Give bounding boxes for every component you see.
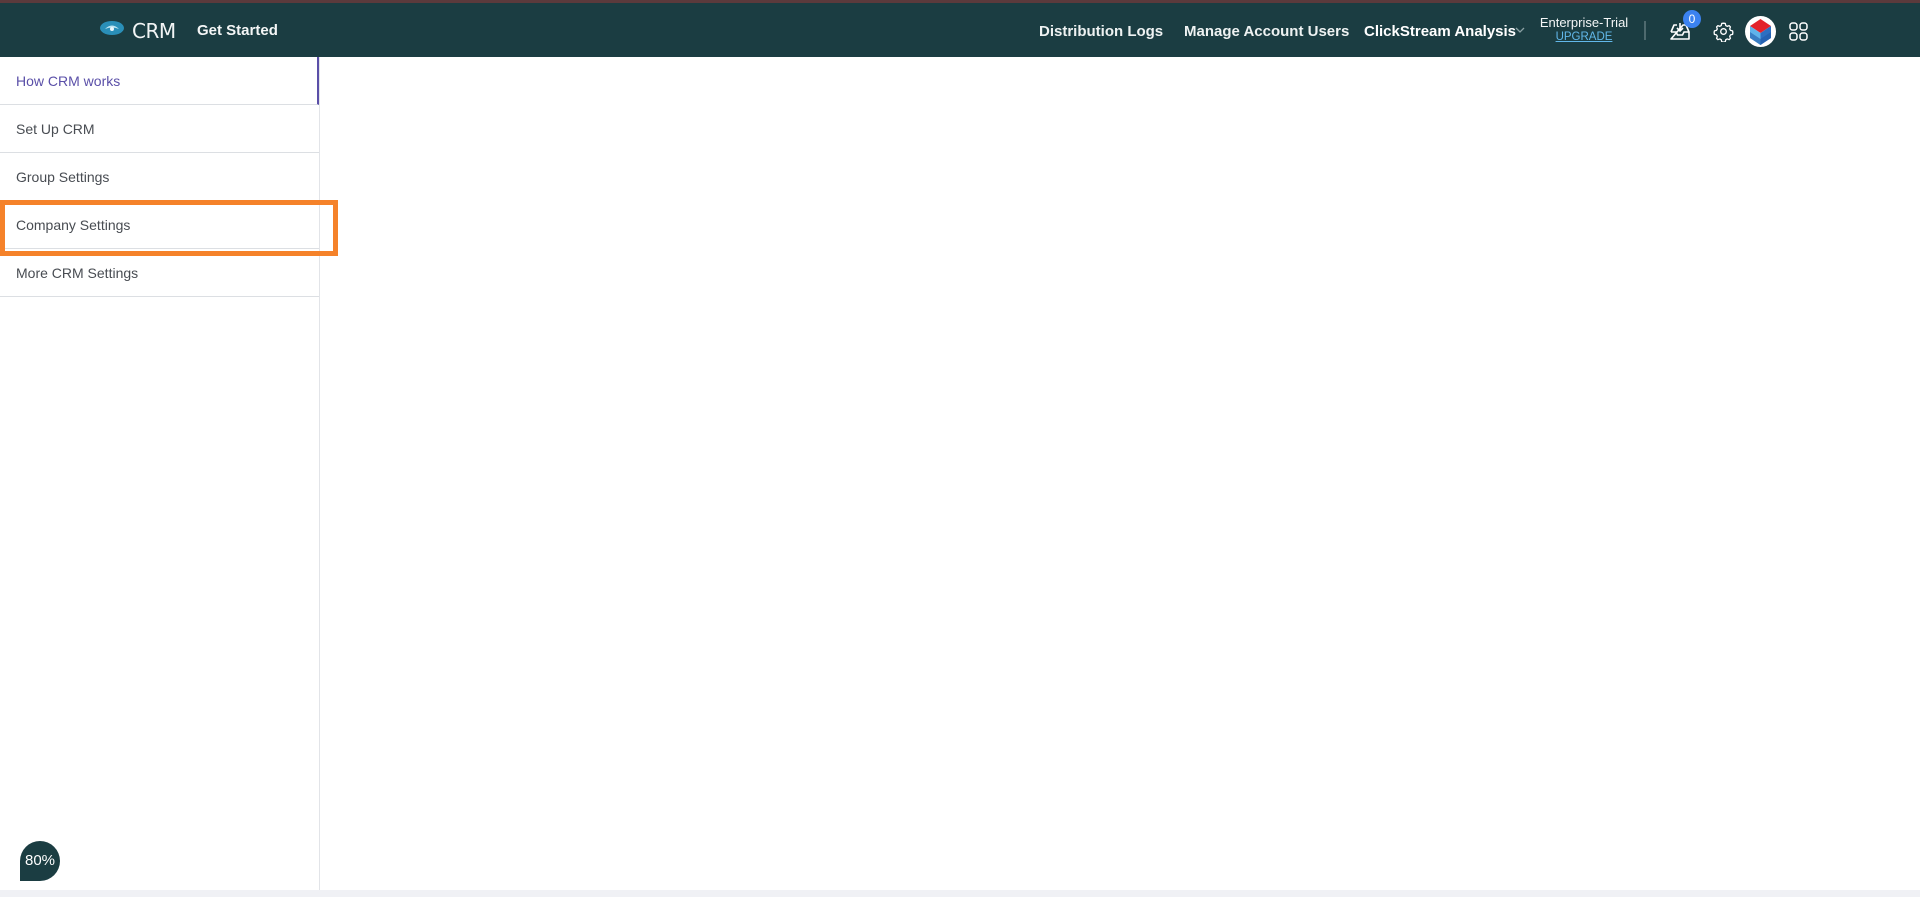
sidebar-item-label: More CRM Settings (16, 264, 139, 281)
sidebar-item-company-settings[interactable]: Company Settings (0, 201, 319, 249)
logo-icon[interactable] (100, 20, 124, 35)
gear-icon[interactable] (1713, 21, 1734, 42)
nav-distribution-logs[interactable]: Distribution Logs (1039, 23, 1163, 40)
avatar-logo-icon (1750, 19, 1771, 45)
plan-info: Enterprise-Trial UPGRADE (1538, 15, 1630, 43)
sidebar-item-label: Company Settings (16, 216, 131, 233)
bottom-bar (0, 890, 1920, 897)
apps-grid-icon[interactable] (1789, 22, 1808, 41)
sidebar-item-group-settings[interactable]: Group Settings (0, 153, 319, 201)
zoom-level-badge[interactable]: 80% (20, 841, 60, 881)
plan-name: Enterprise-Trial (1539, 15, 1629, 30)
sidebar-item-how-crm-works[interactable]: How CRM works (0, 57, 319, 105)
sidebar-item-label: How CRM works (16, 72, 121, 89)
app-name[interactable]: CRM (132, 19, 176, 43)
nav-clickstream-analysis[interactable]: ClickStream Analysis (1364, 23, 1516, 40)
divider (1644, 21, 1646, 40)
chevron-down-icon[interactable] (1514, 24, 1526, 36)
avatar[interactable] (1745, 16, 1776, 47)
top-header: CRM Get Started Distribution Logs Manage… (0, 3, 1920, 57)
notification-badge[interactable]: 0 (1683, 10, 1701, 28)
upgrade-link[interactable]: UPGRADE (1538, 31, 1630, 43)
sidebar-item-set-up-crm[interactable]: Set Up CRM (0, 105, 319, 153)
sidebar-item-label: Set Up CRM (16, 120, 95, 137)
get-started-link[interactable]: Get Started (197, 22, 278, 39)
sidebar: How CRM works Set Up CRM Group Settings … (0, 57, 320, 891)
sidebar-item-more-crm-settings[interactable]: More CRM Settings (0, 249, 319, 297)
sidebar-item-label: Group Settings (16, 168, 110, 185)
nav-manage-account-users[interactable]: Manage Account Users (1184, 23, 1349, 40)
